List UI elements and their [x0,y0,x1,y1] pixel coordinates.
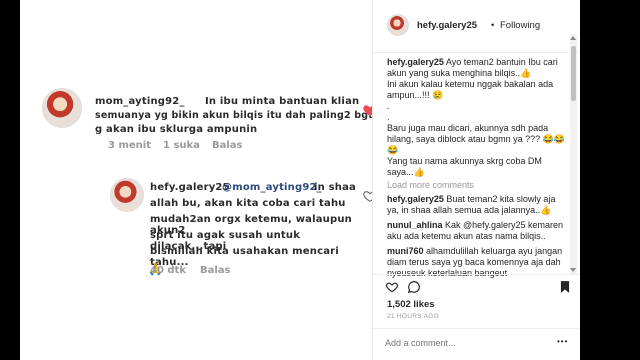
comment-username: mom_ayting92_ [95,96,185,107]
comment-username[interactable]: muni760 [387,246,424,256]
comment-text-line: g akan ibu sklurga ampunin [95,124,258,135]
comment-icon[interactable] [407,280,421,294]
comment-text-line: allah bu, akan kita coba cari tahu [150,198,346,209]
comment-time: 40 dtk [150,265,186,276]
scroll-down-arrow-icon[interactable] [570,268,576,272]
header-avatar[interactable] [387,14,409,36]
comment-time: 3 menit [108,140,151,151]
bookmark-icon[interactable] [559,280,571,294]
caption-line: Ayo teman2 bantuin Ibu cari [445,57,558,67]
post-sidebar: hefy.galery25 • Following hefy.galery25 … [373,0,580,360]
caption-line: Yang tau nama akunnya skrg coba DM [387,156,542,166]
add-comment-input[interactable] [385,334,535,352]
avatar [110,178,144,212]
caption-line: . [387,101,390,111]
scroll-up-arrow-icon[interactable] [570,36,576,40]
comment-username[interactable]: hefy.galery25 [387,194,444,204]
heart-icon[interactable] [385,280,399,294]
caption-line: Ini akun kalau ketemu nggak bakalan ada [387,79,554,89]
caption-line: hilang, saya diblock atau bgmn ya ??? 😂😂 [387,134,566,144]
comment-text-line: in shaa [314,182,356,193]
caption-line: 😂 [387,145,399,155]
comment-username[interactable]: nunul_ahlina [387,220,443,230]
list-item: hefy.galery25 Buat teman2 kita slowly aj… [387,194,566,216]
caption-line: akun yang suka menghina bilqis..👍 [387,68,532,78]
load-more-comments-link[interactable]: Load more comments [387,180,474,190]
comment-reply: Balas [212,140,243,151]
header-username[interactable]: hefy.galery25 [417,20,477,31]
heart-icon-filled [363,105,372,116]
caption-line: ampun...!!! 😢 [387,90,444,100]
divider [373,274,580,275]
comment-list: hefy.galery25 Buat teman2 kita slowly aj… [387,194,566,279]
scrollbar-thumb[interactable] [571,46,576,101]
comment-reply: Balas [200,265,231,276]
list-item: nunul_ahlina Kak @hefy.galery25 kemaren … [387,220,566,242]
comment-mention: @mom_ayting92_ [222,182,322,193]
comment-text-line: semuanya yg bikin akun bilqis itu dah pa… [95,110,373,121]
caption: hefy.galery25 Ayo teman2 bantuin Ibu car… [387,57,566,178]
post-header: hefy.galery25 • Following [373,0,580,52]
comments-scrollbar[interactable] [570,34,577,274]
divider [373,52,580,53]
caption-line: saya...👍 [387,167,425,177]
caption-line: . [387,112,390,122]
instagram-post-frame: mom_ayting92_ In ibu minta bantuan klian… [20,0,580,360]
header-separator: • [491,20,495,31]
avatar [42,88,82,128]
comment-likes: 1 suka [163,140,200,151]
post-photo: mom_ayting92_ In ibu minta bantuan klian… [20,0,373,360]
comment-username: hefy.galery25 [150,182,230,193]
caption-line: Baru juga mau dicari, akunnya sdh pada [387,123,549,133]
heart-icon-outline [363,191,372,202]
post-timestamp: 21 HOURS AGO [387,313,440,320]
divider [373,328,580,329]
likes-count[interactable]: 1,502 likes [387,299,435,310]
comment-text-line: In ibu minta bantuan klian [205,96,360,107]
more-options-icon[interactable]: ••• [557,337,568,346]
follow-button[interactable]: Following [500,20,540,31]
caption-username[interactable]: hefy.galery25 [387,57,444,67]
